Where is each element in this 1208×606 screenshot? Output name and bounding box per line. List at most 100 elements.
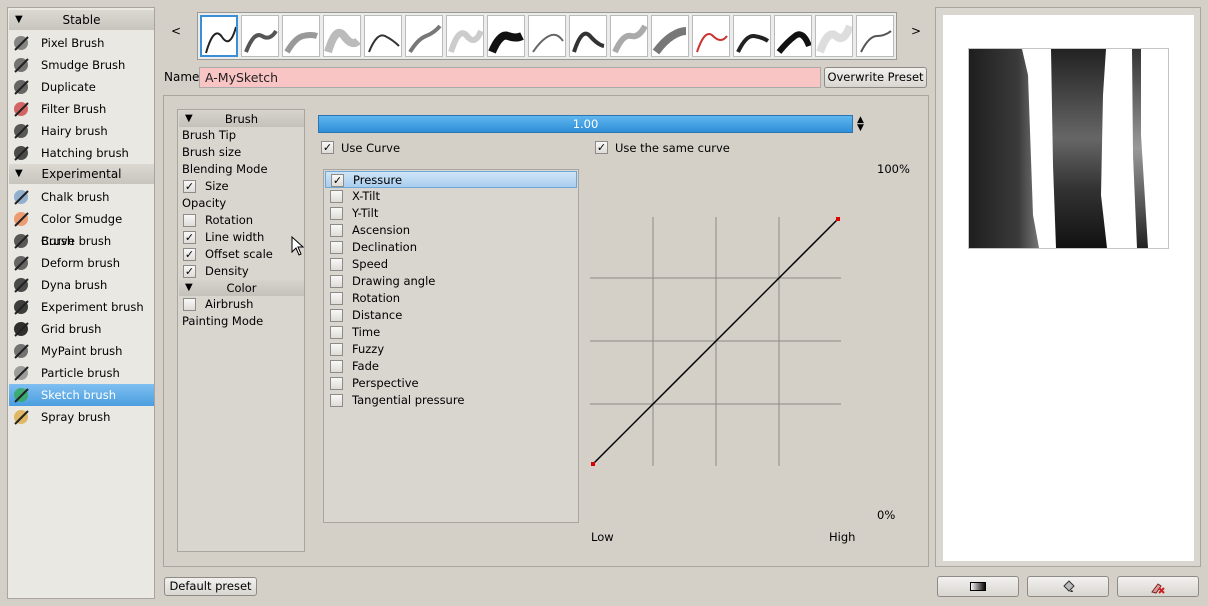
option-item[interactable]: ✓ Size — [178, 178, 304, 195]
erase-preview-button[interactable] — [1117, 576, 1199, 597]
preset-thumbnail[interactable] — [815, 15, 853, 57]
engine-item[interactable]: Hairy brush — [9, 120, 154, 142]
engine-item[interactable]: MyPaint brush — [9, 340, 154, 362]
preset-thumbnail[interactable] — [692, 15, 730, 57]
sensor-item[interactable]: Ascension — [325, 222, 577, 239]
collapse-triangle-icon[interactable]: ▼ — [185, 111, 193, 127]
sensor-checkbox[interactable] — [330, 207, 343, 220]
sensor-item[interactable]: Perspective — [325, 375, 577, 392]
fill-gradient-button[interactable] — [937, 576, 1019, 597]
engine-item[interactable]: Pixel Brush — [9, 32, 154, 54]
option-checkbox[interactable]: ✓ — [183, 265, 196, 278]
preset-thumbnail[interactable] — [282, 15, 320, 57]
engine-item[interactable]: Duplicate — [9, 76, 154, 98]
sensor-checkbox[interactable] — [330, 343, 343, 356]
option-checkbox[interactable]: ✓ — [183, 248, 196, 261]
sensor-item[interactable]: Drawing angle — [325, 273, 577, 290]
sensor-checkbox[interactable] — [330, 275, 343, 288]
preset-thumbnail[interactable] — [200, 15, 238, 57]
preset-thumbnail[interactable] — [323, 15, 361, 57]
preset-thumbnail[interactable] — [651, 15, 689, 57]
preset-thumbnail[interactable] — [610, 15, 648, 57]
engine-item[interactable]: Filter Brush — [9, 98, 154, 120]
option-checkbox[interactable] — [183, 298, 196, 311]
preset-thumbnail[interactable] — [569, 15, 607, 57]
sensor-checkbox[interactable] — [330, 241, 343, 254]
option-checkbox[interactable]: ✓ — [183, 180, 196, 193]
option-group-header[interactable]: ▼ Brush — [179, 111, 304, 127]
sensor-checkbox[interactable] — [330, 394, 343, 407]
sensor-checkbox[interactable] — [330, 224, 343, 237]
collapse-triangle-icon[interactable]: ▼ — [185, 280, 193, 296]
engine-item[interactable]: Grid brush — [9, 318, 154, 340]
option-item[interactable]: Brush Tip — [178, 127, 304, 144]
option-group-header[interactable]: ▼ Color — [179, 280, 304, 296]
sensor-item[interactable]: Tangential pressure — [325, 392, 577, 409]
option-item[interactable]: Brush size — [178, 144, 304, 161]
sensor-checkbox[interactable] — [330, 292, 343, 305]
preset-thumbnail[interactable] — [446, 15, 484, 57]
engine-item[interactable]: Dyna brush — [9, 274, 154, 296]
fill-solid-button[interactable] — [1027, 576, 1109, 597]
preset-thumbnail[interactable] — [774, 15, 812, 57]
sensor-item[interactable]: Y-Tilt — [325, 205, 577, 222]
sensor-item[interactable]: Declination — [325, 239, 577, 256]
option-checkbox[interactable] — [183, 214, 196, 227]
sensor-item[interactable]: Rotation — [325, 290, 577, 307]
preset-thumbnail[interactable] — [487, 15, 525, 57]
sensor-checkbox[interactable] — [330, 190, 343, 203]
default-preset-button[interactable]: Default preset — [164, 577, 257, 596]
engine-item[interactable]: Spray brush — [9, 406, 154, 428]
option-item[interactable]: ✓ Density — [178, 263, 304, 280]
overwrite-preset-button[interactable]: Overwrite Preset — [824, 67, 927, 88]
option-item[interactable]: Painting Mode — [178, 313, 304, 330]
preset-thumbnail[interactable] — [364, 15, 402, 57]
option-checkbox[interactable]: ✓ — [183, 231, 196, 244]
curve-editor[interactable] — [590, 214, 842, 468]
collapse-triangle-icon[interactable]: ▼ — [15, 10, 23, 30]
engine-item[interactable]: Deform brush — [9, 252, 154, 274]
option-item[interactable]: Opacity — [178, 195, 304, 212]
sensor-item[interactable]: Fade — [325, 358, 577, 375]
sensor-item[interactable]: Speed — [325, 256, 577, 273]
preset-thumbnail[interactable] — [733, 15, 771, 57]
sensor-checkbox[interactable] — [330, 258, 343, 271]
sensor-item[interactable]: Time — [325, 324, 577, 341]
sensor-checkbox[interactable] — [330, 326, 343, 339]
engine-item[interactable]: Hatching brush — [9, 142, 154, 164]
engine-item[interactable]: Smudge Brush — [9, 54, 154, 76]
same-curve-checkbox[interactable]: ✓ — [595, 141, 608, 154]
option-item[interactable]: Rotation — [178, 212, 304, 229]
preset-prev-button[interactable]: < — [169, 24, 183, 38]
collapse-triangle-icon[interactable]: ▼ — [15, 164, 23, 184]
engine-item[interactable]: Curve brush — [9, 230, 154, 252]
sensor-checkbox[interactable] — [330, 360, 343, 373]
sensor-checkbox[interactable]: ✓ — [331, 174, 344, 187]
stroke-preview-canvas[interactable] — [943, 15, 1194, 561]
option-item[interactable]: ✓ Offset scale — [178, 246, 304, 263]
sensor-item[interactable]: Distance — [325, 307, 577, 324]
preset-thumbnail[interactable] — [405, 15, 443, 57]
sensor-item[interactable]: ✓ Pressure — [325, 171, 577, 188]
option-item[interactable]: Blending Mode — [178, 161, 304, 178]
preset-thumbnail[interactable] — [856, 15, 894, 57]
use-curve-checkbox[interactable]: ✓ — [321, 141, 334, 154]
preset-name-input[interactable] — [199, 67, 821, 88]
option-item[interactable]: ✓ Line width — [178, 229, 304, 246]
engine-item[interactable]: Experiment brush — [9, 296, 154, 318]
curve-strength-slider[interactable]: 1.00 — [318, 115, 853, 133]
engine-item[interactable]: Particle brush — [9, 362, 154, 384]
preset-thumbnail[interactable] — [241, 15, 279, 57]
engine-group-header[interactable]: ▼ Stable — [9, 10, 154, 30]
sensor-item[interactable]: X-Tilt — [325, 188, 577, 205]
preset-thumbnail[interactable] — [528, 15, 566, 57]
sensor-checkbox[interactable] — [330, 309, 343, 322]
engine-item[interactable]: Color Smudge Brush — [9, 208, 154, 248]
engine-item[interactable]: Chalk brush — [9, 186, 154, 208]
engine-item[interactable]: Sketch brush — [9, 384, 154, 406]
option-item[interactable]: Airbrush — [178, 296, 304, 313]
preset-next-button[interactable]: > — [909, 24, 923, 38]
slider-spin-icon[interactable]: ▲ ▼ — [857, 116, 864, 133]
sensor-checkbox[interactable] — [330, 377, 343, 390]
sensor-item[interactable]: Fuzzy — [325, 341, 577, 358]
